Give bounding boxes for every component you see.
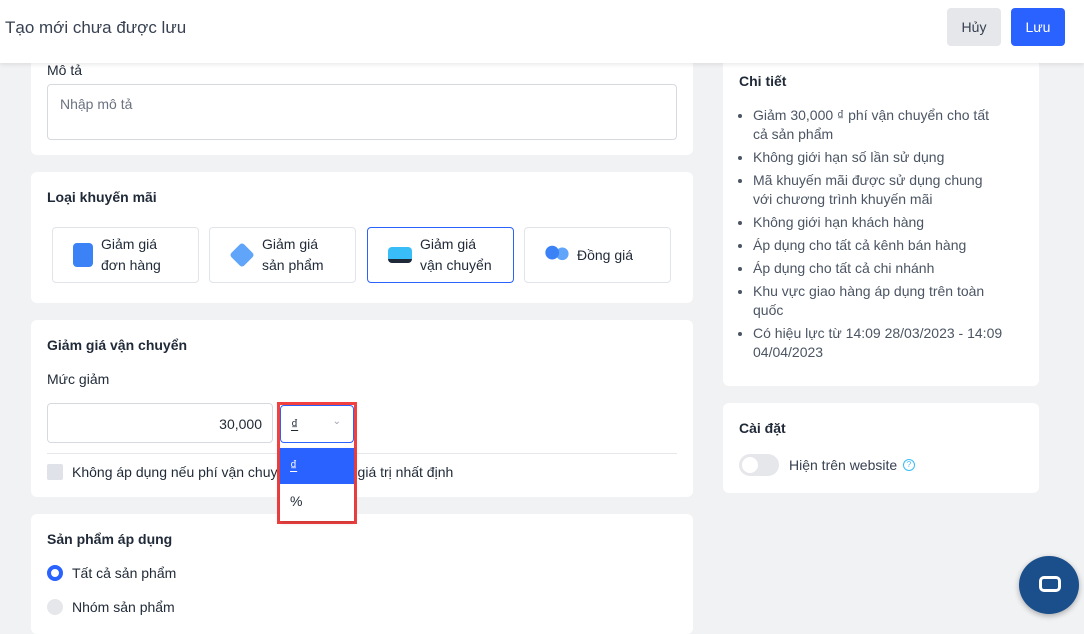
settings-card: Cài đặt Hiện trên website ? (723, 403, 1039, 493)
radio-product-group-label: Nhóm sản phẩm (72, 599, 175, 615)
truck-icon (388, 247, 412, 263)
help-icon[interactable]: ? (903, 459, 915, 471)
radio-all-products-label: Tất cả sản phẩm (72, 565, 177, 581)
chat-button[interactable] (1019, 556, 1079, 614)
level-label: Mức giảm (47, 371, 110, 387)
option-label: Đồng giá (577, 246, 634, 263)
exclude-checkbox[interactable] (47, 464, 63, 480)
top-bar: Tạo mới chưa được lưu Hủy Lưu (0, 0, 1084, 63)
discount-value-input[interactable]: 30,000 (47, 403, 273, 443)
save-button[interactable]: Lưu (1011, 8, 1065, 46)
promo-type-same-price[interactable]: Đồng giá (524, 227, 671, 283)
detail-item: Mã khuyến mãi được sử dụng chung với chư… (753, 171, 1003, 209)
unit-option-vnd[interactable]: ₫ (280, 448, 354, 484)
balloons-icon (545, 243, 569, 267)
details-card: Chi tiết Giảm 30,000 ₫ phí vận chuyển ch… (723, 40, 1039, 386)
detail-item: Giảm 30,000 ₫ phí vận chuyển cho tất cả … (753, 106, 1003, 144)
page-title: Tạo mới chưa được lưu (5, 18, 187, 37)
shipping-title: Giảm giá vận chuyển (47, 337, 188, 353)
chat-icon (1039, 576, 1061, 592)
promo-type-shipping[interactable]: Giảm giá vận chuyển (367, 227, 514, 283)
cancel-button[interactable]: Hủy (947, 8, 1001, 46)
detail-item: Khu vực giao hàng áp dụng trên toàn quốc (753, 282, 1003, 320)
unit-select[interactable]: ₫ ⌄ (280, 405, 354, 443)
details-list: Giảm 30,000 ₫ phí vận chuyển cho tất cả … (753, 106, 1003, 366)
detail-item: Có hiệu lực từ 14:09 28/03/2023 - 14:09 … (753, 324, 1003, 362)
details-title: Chi tiết (739, 73, 787, 89)
exclude-checkbox-label: Không áp dụng nếu phí vận chuyển vượt qu… (72, 464, 454, 480)
description-label: Mô tả (47, 62, 83, 78)
option-label: Giảm giá đơn hàng (101, 236, 161, 273)
promo-type-product[interactable]: Giảm giá sản phẩm (209, 227, 356, 283)
chevron-down-icon: ⌄ (332, 416, 341, 427)
description-input[interactable]: Nhập mô tả (47, 84, 677, 140)
detail-item: Áp dụng cho tất cả kênh bán hàng (753, 236, 1003, 255)
unit-select-value: ₫ (291, 416, 299, 432)
divider (47, 453, 677, 454)
receipt-icon (73, 243, 93, 267)
applied-products-card: Sản phẩm áp dụng Tất cả sản phẩm Nhóm sả… (31, 514, 693, 634)
website-toggle-label: Hiện trên website (789, 457, 898, 473)
shipping-discount-card: Giảm giá vận chuyển Mức giảm 30,000 Khôn… (31, 320, 693, 497)
option-label: Giảm giá vận chuyển (420, 236, 492, 273)
detail-item: Không giới hạn khách hàng (753, 213, 1003, 232)
products-title: Sản phẩm áp dụng (47, 531, 173, 547)
promo-type-card: Loại khuyến mãi Giảm giá đơn hàng Giảm gi… (31, 172, 693, 303)
option-label: Giảm giá sản phẩm (262, 236, 324, 273)
promo-type-order[interactable]: Giảm giá đơn hàng (52, 227, 199, 283)
settings-title: Cài đặt (739, 420, 786, 436)
unit-dropdown: ₫ % (280, 448, 354, 521)
radio-product-group[interactable] (47, 599, 63, 615)
price-tag-icon (229, 242, 255, 268)
radio-all-products[interactable] (47, 565, 63, 581)
unit-option-percent[interactable]: % (280, 484, 354, 520)
detail-item: Không giới hạn số lần sử dụng (753, 148, 1003, 167)
detail-item: Áp dụng cho tất cả chi nhánh (753, 259, 1003, 278)
promo-type-label: Loại khuyến mãi (47, 189, 157, 205)
website-toggle[interactable] (739, 454, 779, 476)
